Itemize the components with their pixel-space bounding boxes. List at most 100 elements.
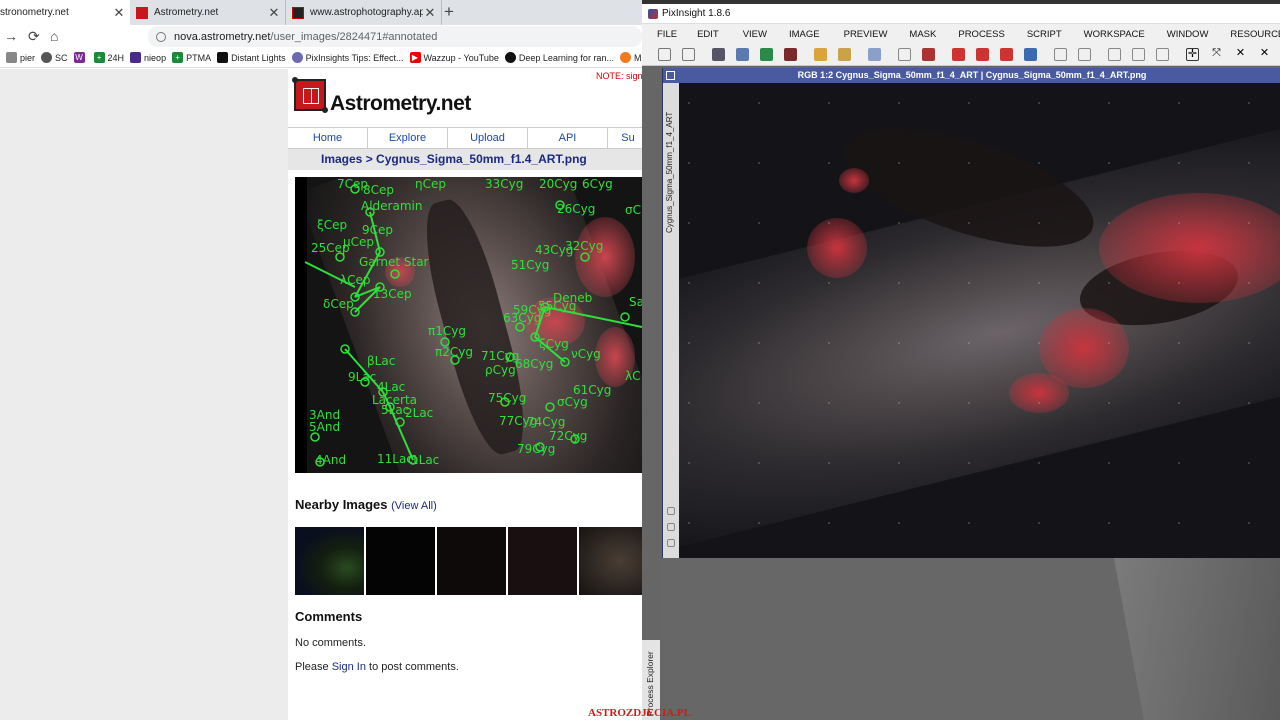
tool-icon[interactable] — [1054, 48, 1067, 61]
browser-tab-astrometry[interactable]: Astrometry.net ✕ — [130, 0, 286, 25]
annotated-image[interactable]: 7Cep 8Cep ηCep 33Cyg 20Cyg 6Cyg Alderami… — [295, 177, 642, 473]
no-comments-text: No comments. — [295, 637, 366, 649]
save-icon[interactable] — [898, 48, 911, 61]
pin-icon[interactable] — [667, 523, 675, 531]
image-window-titlebar[interactable]: RGB 1:2 Cygnus_Sigma_50mm_f1_4_ART | Cyg… — [663, 68, 1280, 83]
menu-window[interactable]: WINDOW — [1167, 29, 1209, 40]
tool-icon[interactable] — [736, 48, 749, 61]
bookmark-item[interactable]: + PTMA — [172, 52, 211, 63]
lock-icon[interactable] — [667, 539, 675, 547]
tab-title: Astrometry.net — [154, 7, 219, 18]
url-input[interactable]: nova.astrometry.net/user_images/2824471#… — [148, 26, 642, 47]
bookmark-item[interactable]: +24H — [93, 52, 124, 63]
tool-icon[interactable] — [952, 48, 965, 61]
site-name[interactable]: Astrometry.net — [330, 92, 471, 116]
forward-icon[interactable]: → — [4, 28, 18, 44]
tool-icon[interactable] — [922, 48, 935, 61]
open-folder-icon[interactable] — [814, 48, 827, 61]
menu-mask[interactable]: MASK — [909, 29, 936, 40]
browser-tab-active[interactable]: stronometry.net ✕ — [0, 0, 130, 25]
browser-tabstrip: stronometry.net ✕ Astrometry.net ✕ www.a… — [0, 0, 642, 25]
nav-upload[interactable]: Upload — [448, 128, 528, 148]
tool-icon[interactable] — [1156, 48, 1169, 61]
reload-icon[interactable]: ⟳ — [28, 28, 40, 45]
image-canvas[interactable] — [679, 83, 1280, 558]
bookmark-item[interactable]: PixInsights Tips: Effect... — [291, 52, 404, 63]
astrometry-logo-icon[interactable] — [292, 77, 328, 113]
info-icon[interactable] — [156, 31, 166, 42]
annotation-label: Sa — [629, 295, 642, 309]
bookmarks-bar: pier SC W +24H nieop + PTMA Distant Light… — [0, 48, 642, 68]
tool-icon[interactable] — [1078, 48, 1091, 61]
breadcrumb[interactable]: Images > Cygnus_Sigma_50mm_f1.4_ART.png — [288, 149, 642, 170]
menu-resources[interactable]: RESOURCES — [1230, 29, 1280, 40]
mask-icon[interactable] — [667, 507, 675, 515]
bookmark-item[interactable]: pier — [6, 52, 35, 63]
menu-process[interactable]: PROCESS — [958, 29, 1004, 40]
tool-icon[interactable] — [784, 48, 797, 61]
tool-icon[interactable] — [760, 48, 773, 61]
browser-tab-astrophotography[interactable]: www.astrophotography.app ✕ — [286, 0, 442, 25]
bookmark-item[interactable]: SC — [41, 52, 68, 63]
nearby-thumbnail[interactable] — [366, 527, 435, 595]
tab-title: www.astrophotography.app — [310, 7, 423, 18]
window-icon[interactable] — [666, 71, 675, 80]
image-identifier-tab[interactable]: Cygnus_Sigma_50mm_f1_4_ART — [665, 112, 674, 233]
tool-icon[interactable] — [1024, 48, 1037, 61]
nav-home[interactable]: Home — [288, 128, 368, 148]
close-icon[interactable]: ✕ — [423, 5, 437, 21]
annotation-label: 72Cyg — [549, 429, 588, 443]
nearby-thumbnail[interactable] — [295, 527, 364, 595]
nearby-thumbnails — [295, 527, 642, 595]
new-tab-icon[interactable]: + — [444, 2, 454, 22]
pixinsight-window: PixInsight 1.8.6 FILE EDIT VIEW IMAGE PR… — [642, 0, 1280, 720]
bookmark-item[interactable]: nieop — [130, 52, 166, 63]
zoom-fit-icon[interactable]: ⤧ — [1210, 48, 1223, 61]
nav-api[interactable]: API — [528, 128, 608, 148]
home-icon[interactable]: ⌂ — [50, 28, 58, 44]
nav-explore[interactable]: Explore — [368, 128, 448, 148]
menu-view[interactable]: VIEW — [743, 29, 767, 40]
tool-icon[interactable] — [712, 48, 725, 61]
bookmark-item[interactable]: M — [619, 52, 641, 63]
menu-preview[interactable]: PREVIEW — [844, 29, 888, 40]
menu-image[interactable]: IMAGE — [789, 29, 820, 40]
view-all-link[interactable]: (View All) — [391, 500, 437, 512]
zoom-in-icon[interactable]: ✕ — [1234, 48, 1247, 61]
wordpress-icon: W — [73, 52, 85, 63]
menu-file[interactable]: FILE — [657, 29, 677, 40]
bookmark-item[interactable]: W — [73, 52, 88, 63]
bookmark-icon — [619, 52, 631, 63]
menu-script[interactable]: SCRIPT — [1027, 29, 1062, 40]
open-folder-icon[interactable] — [838, 48, 851, 61]
nav-support[interactable]: Su — [608, 128, 642, 148]
menu-workspace[interactable]: WORKSPACE — [1084, 29, 1145, 40]
image-window[interactable]: RGB 1:2 Cygnus_Sigma_50mm_f1_4_ART | Cyg… — [662, 68, 1280, 558]
annotation-label: ηCep — [415, 177, 446, 191]
nearby-thumbnail[interactable] — [579, 527, 642, 595]
signin-prompt: Please Sign In to post comments. — [295, 661, 459, 673]
nearby-thumbnail[interactable] — [508, 527, 577, 595]
bookmark-item[interactable]: Deep Learning for ran... — [504, 52, 614, 63]
bookmark-icon — [130, 52, 142, 63]
close-icon[interactable]: ✕ — [267, 5, 281, 21]
bookmark-item[interactable]: Distant Lights — [217, 52, 286, 63]
pan-icon[interactable]: ✛ — [1186, 48, 1199, 61]
tool-icon[interactable] — [868, 48, 881, 61]
tool-icon[interactable] — [1108, 48, 1121, 61]
menu-edit[interactable]: EDIT — [697, 29, 719, 40]
undo-icon[interactable] — [658, 48, 671, 61]
close-icon[interactable]: ✕ — [112, 5, 126, 21]
annotation-label: 79Cyg — [517, 442, 556, 456]
tool-icon[interactable] — [1132, 48, 1145, 61]
zoom-out-icon[interactable]: ✕ — [1258, 48, 1271, 61]
sign-in-link[interactable]: Sign In — [332, 661, 366, 673]
annotation-label: 33Cyg — [485, 177, 524, 191]
tab-title: stronometry.net — [0, 7, 69, 18]
bookmark-item[interactable]: ▶ Wazzup - YouTube — [409, 52, 499, 63]
annotation-label: 11Lac — [377, 452, 413, 466]
redo-icon[interactable] — [682, 48, 695, 61]
tool-icon[interactable] — [976, 48, 989, 61]
nearby-thumbnail[interactable] — [437, 527, 506, 595]
tool-icon[interactable] — [1000, 48, 1013, 61]
